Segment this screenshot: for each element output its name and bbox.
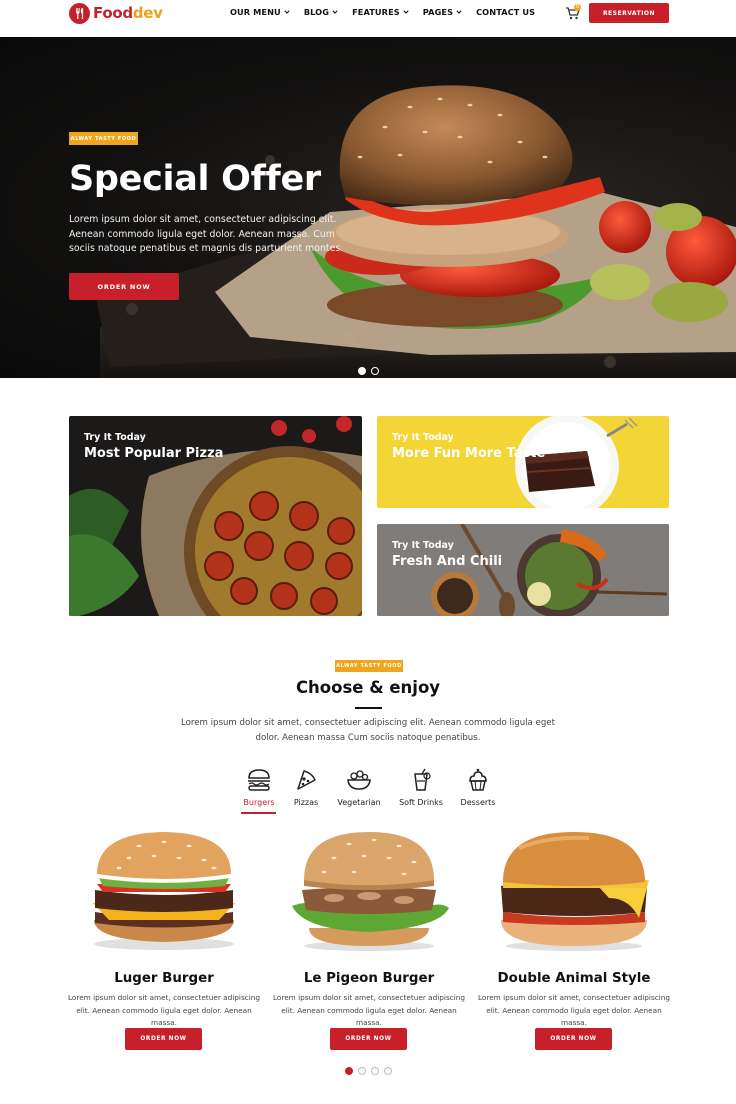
tab-label: Pizzas: [293, 798, 319, 807]
menu-item-blog[interactable]: BLOG: [304, 7, 338, 17]
product-description: Lorem ipsum dolor sit amet, consectetuer…: [272, 993, 466, 1027]
tab-label: Soft Drinks: [399, 798, 443, 807]
product-card: Le Pigeon Burger Lorem ipsum dolor sit a…: [273, 828, 465, 1053]
burger-image: [93, 832, 235, 950]
section-title: Choose & enjoy: [295, 678, 441, 697]
chevron-down-icon: [403, 10, 409, 14]
pagination-dot[interactable]: [371, 1067, 379, 1075]
main-menu: OUR MENU BLOG FEATURES PAGES CONTACT US: [230, 7, 549, 17]
tab-label: Vegetarian: [337, 798, 381, 807]
hero-slider: ALWAY TASTY FOOD Special Offer Lorem ips…: [0, 37, 736, 378]
salad-bowl-icon: [345, 767, 373, 793]
cupcake-icon: [464, 767, 492, 793]
cake-plate-image: [515, 416, 638, 508]
burger-image: [292, 832, 449, 951]
promo-card-cake[interactable]: Try It Today More Fun More Taste: [377, 416, 669, 508]
order-now-button[interactable]: ORDER NOW: [330, 1028, 407, 1050]
menu-item-our-menu[interactable]: OUR MENU: [230, 7, 290, 17]
title-divider: [355, 707, 382, 709]
hero-tag: ALWAY TASTY FOOD: [69, 132, 138, 145]
drink-icon: [407, 767, 435, 793]
product-name: Le Pigeon Burger: [303, 971, 435, 986]
burger-image: [501, 832, 649, 951]
product-card: Double Animal Style Lorem ipsum dolor si…: [478, 828, 670, 1053]
product-description: Lorem ipsum dolor sit amet, consectetuer…: [67, 993, 261, 1027]
fork-knife-icon: [69, 2, 90, 24]
tab-soft-drinks[interactable]: Soft Drinks: [399, 767, 443, 815]
active-tab-indicator: [241, 812, 276, 814]
pizza-icon: [292, 767, 320, 793]
menu-item-pages[interactable]: PAGES: [423, 7, 462, 17]
chevron-down-icon: [332, 10, 338, 14]
category-tabs: Burgers Pizzas Vegetarian Soft Drinks De…: [0, 767, 736, 817]
tab-label: Burgers: [243, 798, 275, 807]
brand-name: Fooddev: [93, 4, 163, 22]
section-tag: ALWAY TASTY FOOD: [335, 660, 403, 672]
chevron-down-icon: [284, 10, 290, 14]
brand-name-part1: Food: [93, 4, 133, 22]
tab-vegetarian[interactable]: Vegetarian: [337, 767, 381, 815]
promo-kicker: Try It Today: [392, 540, 454, 551]
hero-description: Lorem ipsum dolor sit amet, consectetuer…: [69, 214, 344, 254]
menu-item-label: PAGES: [422, 7, 454, 17]
slider-dot[interactable]: [358, 367, 366, 375]
products-pagination: [345, 1067, 392, 1075]
menu-item-features[interactable]: FEATURES: [352, 7, 409, 17]
menu-item-label: FEATURES: [352, 7, 400, 17]
chevron-down-icon: [456, 10, 462, 14]
slider-dot[interactable]: [371, 367, 379, 375]
product-card: Luger Burger Lorem ipsum dolor sit amet,…: [68, 828, 260, 1053]
order-now-button[interactable]: ORDER NOW: [125, 1028, 202, 1050]
product-name: Double Animal Style: [497, 971, 651, 986]
chili-bowl-image: [377, 524, 669, 616]
promo-title: Most Popular Pizza: [84, 446, 224, 461]
product-name: Luger Burger: [114, 971, 214, 986]
slider-pagination: [358, 367, 379, 375]
section-description: Lorem ipsum dolor sit amet, consectetuer…: [181, 718, 555, 743]
menu-item-label: BLOG: [303, 7, 330, 17]
product-description: Lorem ipsum dolor sit amet, consectetuer…: [477, 993, 671, 1027]
reservation-button[interactable]: RESERVATION: [589, 3, 669, 23]
order-now-button[interactable]: ORDER NOW: [535, 1028, 612, 1050]
top-navigation: Fooddev OUR MENU BLOG FEATURES PAGES CON…: [0, 0, 736, 37]
menu-item-contact-us[interactable]: CONTACT US: [476, 7, 535, 17]
order-now-button[interactable]: ORDER NOW: [69, 273, 179, 300]
menu-item-label: CONTACT US: [476, 7, 536, 17]
burger-icon: [245, 767, 273, 793]
hero-title: Special Offer: [69, 159, 321, 199]
logo[interactable]: Fooddev: [69, 2, 163, 24]
promo-kicker: Try It Today: [392, 432, 454, 443]
brand-name-part2: dev: [132, 4, 163, 22]
promo-title: Fresh And Chili: [392, 554, 503, 569]
promo-card-pizza[interactable]: Try It Today Most Popular Pizza: [69, 416, 362, 616]
promo-card-chili[interactable]: Try It Today Fresh And Chili: [377, 524, 669, 616]
cart-count-badge: 0: [574, 4, 581, 11]
tab-desserts[interactable]: Desserts: [460, 767, 496, 815]
promo-kicker: Try It Today: [84, 432, 146, 443]
promo-title: More Fun More Taste: [392, 446, 546, 461]
menu-item-label: OUR MENU: [230, 7, 281, 17]
tab-pizzas[interactable]: Pizzas: [291, 767, 321, 815]
pagination-dot[interactable]: [358, 1067, 366, 1075]
hero-burger-image: [96, 85, 736, 378]
pagination-dot[interactable]: [384, 1067, 392, 1075]
tab-label: Desserts: [460, 798, 496, 807]
pagination-dot[interactable]: [345, 1067, 353, 1075]
tab-burgers[interactable]: Burgers: [241, 767, 277, 815]
